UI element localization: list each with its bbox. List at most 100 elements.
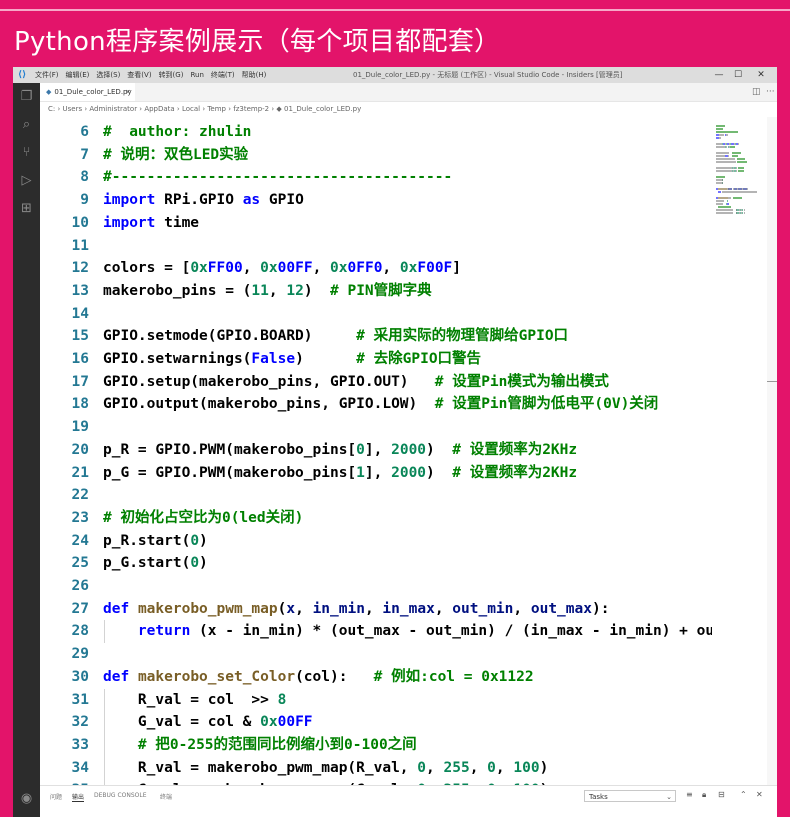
code-line[interactable]: 10 import time [40, 212, 712, 235]
split-editor-icon[interactable]: ◫ [752, 83, 761, 101]
code-token: 0 [417, 759, 427, 776]
code-text: import time [103, 212, 199, 235]
code-line[interactable]: 21 p_G = GPIO.PWM(makerobo_pins[1], 2000)… [40, 462, 712, 485]
line-number: 25 [71, 555, 89, 572]
code-token: import [103, 214, 156, 231]
minimize-button[interactable]: — [710, 67, 728, 83]
code-token: ] [452, 260, 462, 277]
code-line[interactable]: 30 def makerobo_set_Color(col): # 例如:col … [40, 666, 712, 689]
maximize-panel-icon[interactable]: ⌃ [740, 790, 747, 799]
close-window-button[interactable]: ✕ [752, 67, 770, 83]
menu-help[interactable]: 帮助(H) [242, 70, 267, 80]
panel-tab-debug-console[interactable]: DEBUG CONSOLE [94, 792, 147, 799]
minimap-token [728, 197, 732, 199]
code-line[interactable]: 13 makerobo_pins = (11, 12) # PIN管脚字典 [40, 280, 712, 303]
menu-file[interactable]: 文件(F) [35, 70, 59, 80]
files-icon[interactable]: ❐ [19, 89, 34, 104]
code-token: 12 [286, 282, 304, 299]
code-token: out_min [452, 600, 514, 617]
code-token: # 设置频率为2KHz [452, 441, 578, 458]
code-token: colors = [ [103, 260, 191, 277]
output-channel-select[interactable]: Tasks ⌄ [584, 790, 676, 802]
menu-run[interactable]: Run [190, 71, 203, 79]
line-number: 21 [71, 464, 89, 481]
close-panel-icon[interactable]: ✕ [756, 790, 763, 799]
vertical-scrollbar[interactable] [767, 117, 777, 785]
minimap-token [716, 212, 734, 214]
code-line[interactable]: 14 [40, 303, 712, 326]
code-line[interactable]: 15 GPIO.setmode(GPIO.BOARD) # 采用实际的物理管脚给G… [40, 325, 712, 348]
menu-edit[interactable]: 编辑(E) [66, 70, 90, 80]
code-line[interactable]: 27 def makerobo_pwm_map(x, in_min, in_max… [40, 598, 712, 621]
code-line[interactable]: 22 [40, 484, 712, 507]
code-line[interactable]: 11 [40, 235, 712, 258]
editor-tab[interactable]: ◆ 01_Dule_color_LED.py × [40, 83, 135, 101]
editor-tab-bar: ◆ 01_Dule_color_LED.py × ◫ ··· [40, 83, 777, 102]
line-number: 31 [71, 691, 89, 708]
minimap-token [728, 155, 730, 157]
code-text: return (x - in_min) * (out_max - out_min… [103, 620, 712, 643]
clear-icon[interactable]: ⊟ [718, 790, 725, 799]
code-line[interactable]: 25 p_G.start(0) [40, 552, 712, 575]
tab-close-icon[interactable]: × [125, 83, 131, 101]
minimap-token [733, 197, 743, 199]
code-token: 0x [190, 260, 208, 277]
panel-tab-output[interactable]: 输出 [72, 792, 85, 802]
code-token: GPIO.setwarnings( [103, 351, 252, 367]
more-actions-icon[interactable]: ··· [766, 83, 775, 101]
code-line[interactable]: 9 import RPi.GPIO as GPIO [40, 189, 712, 212]
source-control-icon[interactable]: ⑂ [19, 145, 34, 160]
run-debug-icon[interactable]: ▷ [19, 173, 34, 188]
code-line[interactable]: 18 GPIO.output(makerobo_pins, GPIO.LOW) #… [40, 393, 712, 416]
code-line[interactable]: 20 p_R = GPIO.PWM(makerobo_pins[0], 2000)… [40, 439, 712, 462]
code-token: R_val = col >> [103, 691, 278, 708]
code-line[interactable]: 8 #--------------------------------------… [40, 166, 712, 189]
output-channel-value: Tasks [589, 793, 608, 801]
minimap-token [736, 161, 748, 163]
code-token: 0x [330, 260, 348, 277]
code-line[interactable]: 12 colors = [0xFF00, 0x00FF, 0x0FF0, 0xF0… [40, 257, 712, 280]
minimap[interactable] [714, 117, 764, 237]
code-line[interactable]: 29 [40, 643, 712, 666]
code-token: ) [199, 555, 208, 572]
code-line[interactable]: 7 # 说明：双色LED实验 [40, 144, 712, 167]
filter-icon[interactable]: ≡ [686, 790, 693, 799]
code-token: p_R.start( [103, 532, 191, 549]
panel-tab-terminal[interactable]: 终端 [160, 792, 172, 801]
account-icon[interactable]: ◉ [19, 791, 34, 806]
code-line[interactable]: 19 [40, 416, 712, 439]
menu-selection[interactable]: 选择(S) [96, 70, 120, 80]
code-token: , [382, 260, 400, 277]
code-token: 0x [260, 260, 278, 277]
code-line[interactable]: 6 # author: zhulin [40, 121, 712, 144]
menu-go[interactable]: 转到(G) [159, 70, 184, 80]
code-line[interactable]: 24 p_R.start(0) [40, 530, 712, 553]
code-line[interactable]: 16 GPIO.setwarnings(False) # 去除GPIO口警告 [40, 348, 712, 371]
breadcrumb[interactable]: C: › Users › Administrator › AppData › L… [48, 103, 361, 115]
code-line[interactable]: 17 GPIO.setup(makerobo_pins, GPIO.OUT) # … [40, 371, 712, 394]
code-line[interactable]: 23 # 初始化占空比为0(led关闭) [40, 507, 712, 530]
lock-icon[interactable]: 🔒︎ [702, 790, 706, 800]
code-line[interactable]: 28 return (x - in_min) * (out_max - out_… [40, 620, 712, 643]
code-token: # 设置Pin模式为输出模式 [434, 373, 609, 390]
menu-terminal[interactable]: 终端(T) [211, 70, 235, 80]
extensions-icon[interactable]: ⊞ [19, 201, 34, 216]
minimap-token [746, 188, 748, 190]
minimap-token [716, 152, 730, 154]
code-line[interactable]: 33 # 把0-255的范围同比例缩小到0-100之间 [40, 734, 712, 757]
code-line[interactable]: 31 R_val = col >> 8 [40, 689, 712, 712]
line-number: 27 [71, 600, 89, 617]
code-line[interactable]: 26 [40, 575, 712, 598]
code-text: p_R.start(0) [103, 530, 208, 553]
minimap-token [727, 203, 730, 205]
code-editor[interactable]: 6 # author: zhulin 7 # 说明：双色LED实验 8 #--------… [40, 117, 712, 785]
code-line[interactable]: 32 G_val = col & 0x00FF [40, 711, 712, 734]
minimap-token [716, 176, 726, 178]
maximize-button[interactable]: ☐ [729, 67, 747, 83]
panel-tab-problems[interactable]: 问题 [50, 792, 62, 801]
code-line[interactable]: 34 R_val = makerobo_pwm_map(R_val, 0, 25… [40, 757, 712, 780]
page-banner-title: Python程序案例展示（每个项目都配套） [14, 27, 501, 57]
menu-view[interactable]: 查看(V) [127, 70, 151, 80]
minimap-token [731, 152, 742, 154]
search-icon[interactable]: ⌕ [19, 117, 34, 132]
